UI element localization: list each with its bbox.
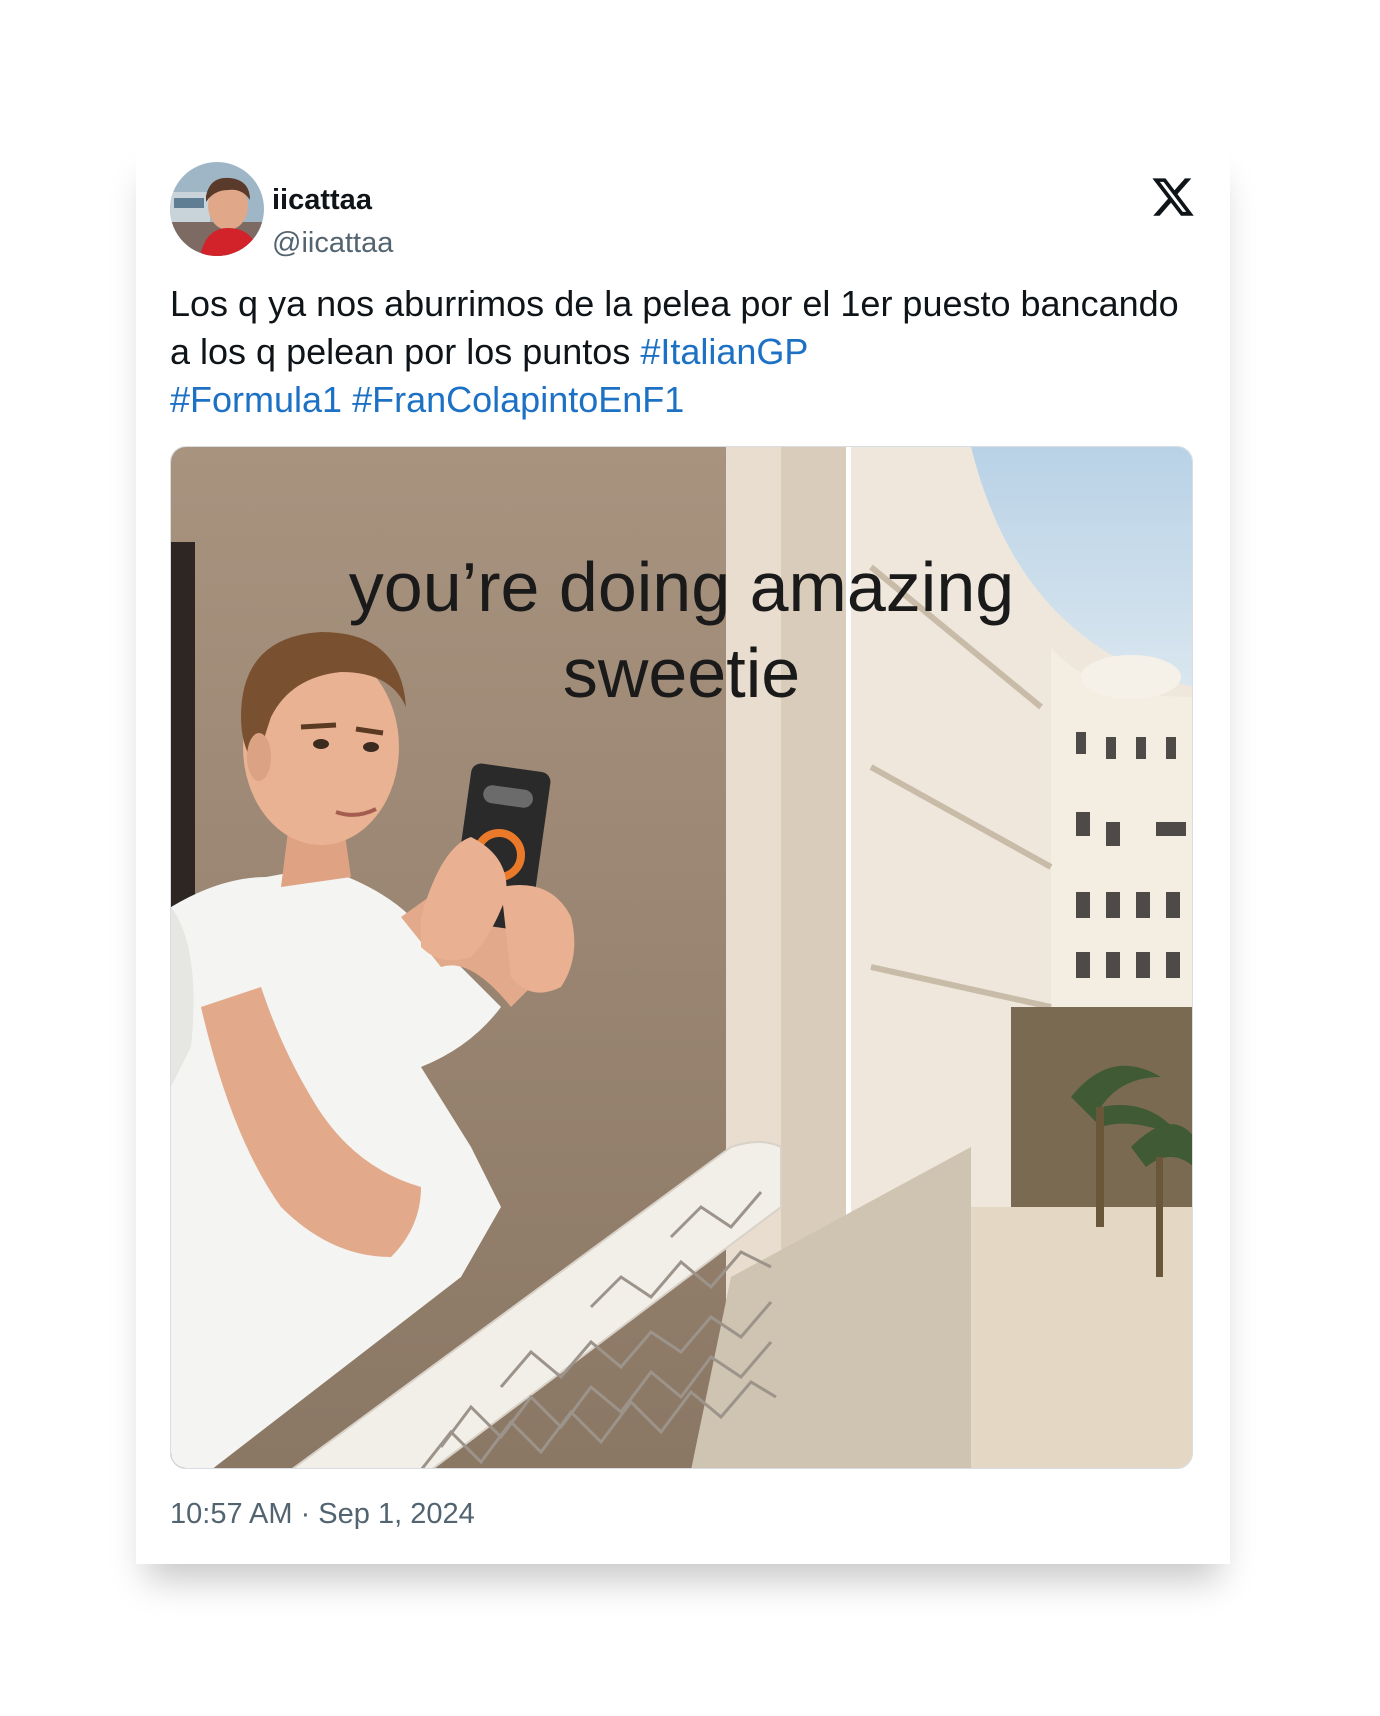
tweet-card: iicattaa @iicattaa Los q ya nos aburrimo…	[136, 144, 1230, 1564]
meme-caption-line-1: you’re doing amazing	[348, 548, 1015, 626]
avatar[interactable]	[170, 162, 264, 256]
tweet-text: Los q ya nos aburrimos de la pelea por e…	[170, 280, 1180, 424]
tweet-media[interactable]: you’re doing amazing sweetie	[170, 446, 1193, 1469]
tweet-header: iicattaa @iicattaa	[170, 162, 1196, 262]
tweet-timestamp[interactable]: 10:57 AM · Sep 1, 2024	[170, 1498, 475, 1531]
hashtag-francolapintoenf1[interactable]: #FranColapintoEnF1	[352, 379, 684, 420]
meme-caption-line-2: sweetie	[562, 634, 801, 712]
hashtag-formula1[interactable]: #Formula1	[170, 379, 342, 420]
hashtag-italiangp[interactable]: #ItalianGP	[640, 331, 808, 372]
x-logo-icon[interactable]	[1150, 174, 1196, 220]
display-name[interactable]: iicattaa	[272, 184, 372, 217]
user-handle[interactable]: @iicattaa	[272, 227, 393, 260]
